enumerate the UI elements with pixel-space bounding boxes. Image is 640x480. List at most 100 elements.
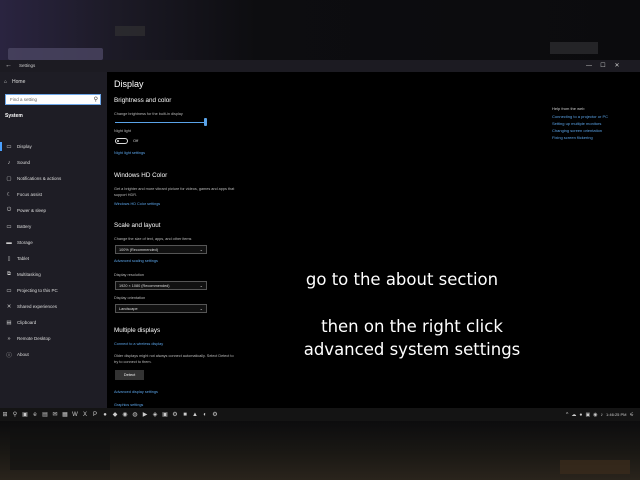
scale-value: 100% (Recommended): [119, 248, 159, 252]
night-light-settings-link[interactable]: Night light settings: [114, 151, 145, 155]
instruction-caption-line-1: go to the about section: [305, 270, 499, 289]
app-icon[interactable]: ▣: [160, 408, 170, 421]
file-explorer-icon[interactable]: ▤: [40, 408, 50, 421]
resolution-value: 1920 × 1080 (Recommended): [119, 284, 170, 288]
clock[interactable]: 1:46:25 PM: [606, 412, 626, 417]
tray-overflow-icon[interactable]: ^: [566, 412, 568, 418]
network-icon[interactable]: ◉: [593, 412, 597, 418]
advanced-display-settings-link[interactable]: Advanced display settings: [114, 390, 158, 394]
sidebar-item-label: Tablet: [17, 256, 30, 261]
notifications-icon[interactable]: ⚟: [630, 412, 634, 418]
sidebar-item-notifications[interactable]: ▢ Notifications & actions: [0, 172, 107, 185]
search-icon[interactable]: ⚲: [10, 408, 20, 421]
sidebar-item-projecting[interactable]: ▭ Projecting to this PC: [0, 284, 107, 297]
sidebar-item-remote-desktop[interactable]: » Remote Desktop: [0, 332, 107, 345]
app-icon[interactable]: ◈: [150, 408, 160, 421]
hd-color-settings-link[interactable]: Windows HD Color settings: [114, 202, 160, 206]
app-icon[interactable]: ⚙: [170, 408, 180, 421]
sidebar-section-title: System: [5, 113, 23, 119]
scale-size-label: Change the size of text, apps, and other…: [114, 237, 192, 241]
sidebar-item-label: Power & sleep: [17, 208, 47, 213]
remote-desktop-icon: »: [7, 335, 11, 342]
sidebar-item-label: Sound: [17, 160, 31, 165]
sidebar-item-power-sleep[interactable]: ⏻ Power & sleep: [0, 204, 107, 217]
sidebar-item-about[interactable]: ⓘ About: [0, 348, 107, 361]
sidebar-item-label: Clipboard: [17, 320, 37, 325]
graphics-settings-link[interactable]: Graphics settings: [114, 403, 143, 407]
title-bar: ← Settings — ☐ ✕: [0, 60, 640, 72]
sidebar-item-shared-experiences[interactable]: ✕ Shared experiences: [0, 300, 107, 313]
task-view-icon[interactable]: ▣: [20, 408, 30, 421]
back-arrow-icon[interactable]: ←: [5, 60, 12, 72]
night-light-toggle[interactable]: [115, 138, 128, 144]
home-label: Home: [12, 79, 26, 85]
app-icon[interactable]: ■: [180, 408, 190, 421]
background-blur-shape: [8, 48, 103, 60]
help-link[interactable]: Fixing screen flickering: [552, 135, 608, 140]
resolution-label: Display resolution: [114, 273, 144, 277]
app-icon[interactable]: ▶: [140, 408, 150, 421]
sidebar-item-display[interactable]: ▭ Display: [0, 140, 107, 153]
cloud-icon[interactable]: ☁: [571, 412, 576, 418]
help-title: Help from the web: [552, 106, 585, 111]
app-icon[interactable]: ◍: [130, 408, 140, 421]
display-settings-page: Display Brightness and color Change brig…: [107, 72, 640, 410]
home-icon: ⌂: [4, 79, 8, 85]
sidebar-item-focus-assist[interactable]: ☾ Focus assist: [0, 188, 107, 201]
sidebar-item-label: About: [17, 352, 29, 357]
search-input[interactable]: Find a setting ⚲: [5, 94, 101, 105]
sidebar-item-sound[interactable]: ♪ Sound: [0, 156, 107, 169]
notifications-icon: ▢: [6, 175, 12, 182]
window-title: Settings: [19, 63, 36, 68]
edge-icon[interactable]: e: [30, 408, 40, 421]
help-link[interactable]: Changing screen orientation: [552, 128, 608, 133]
settings-gear-icon[interactable]: ⚙: [210, 408, 220, 421]
advanced-scaling-link[interactable]: Advanced scaling settings: [114, 259, 158, 263]
app-icon[interactable]: ◆: [110, 408, 120, 421]
sidebar-item-label: Focus assist: [17, 192, 43, 197]
sidebar-item-label: Projecting to this PC: [17, 288, 58, 293]
sidebar-item-label: Storage: [17, 240, 33, 245]
app-icon[interactable]: ●: [100, 408, 110, 421]
word-icon[interactable]: W: [70, 408, 80, 421]
storage-icon: ▬: [6, 239, 12, 246]
help-link[interactable]: Connecting to a projector or PC: [552, 114, 608, 119]
resolution-dropdown[interactable]: 1920 × 1080 (Recommended) ⌄: [115, 281, 207, 290]
orientation-dropdown[interactable]: Landscape ⌄: [115, 304, 207, 313]
help-link[interactable]: Setting up multiple monitors: [552, 121, 608, 126]
battery-tray-icon[interactable]: ▣: [585, 412, 590, 418]
sidebar-item-storage[interactable]: ▬ Storage: [0, 236, 107, 249]
volume-icon[interactable]: ♪: [601, 412, 604, 418]
sidebar: ⌂ Home Find a setting ⚲ System ▭ Display…: [0, 72, 107, 410]
sidebar-item-multitasking[interactable]: ⧉ Multitasking: [0, 268, 107, 281]
hd-color-heading: Windows HD Color: [114, 172, 168, 179]
brightness-heading: Brightness and color: [114, 97, 172, 104]
close-button[interactable]: ✕: [610, 60, 624, 72]
display-icon: ▭: [6, 143, 12, 150]
start-icon[interactable]: ⊞: [0, 408, 10, 421]
excel-icon[interactable]: X: [80, 408, 90, 421]
wireless-display-link[interactable]: Connect to a wireless display: [114, 342, 163, 346]
brightness-slider-track[interactable]: [115, 122, 207, 123]
home-link[interactable]: ⌂ Home: [4, 79, 25, 85]
minimize-button[interactable]: —: [582, 60, 596, 72]
chevron-down-icon: ⌄: [199, 306, 203, 311]
detect-button[interactable]: Detect: [115, 370, 144, 380]
sidebar-item-clipboard[interactable]: ▤ Clipboard: [0, 316, 107, 329]
powerpoint-icon[interactable]: P: [90, 408, 100, 421]
multiple-displays-heading: Multiple displays: [114, 327, 161, 334]
multiple-displays-description-2: try to connect to them.: [114, 360, 152, 364]
tray-app-icon[interactable]: ●: [579, 412, 582, 418]
sidebar-item-battery[interactable]: ▭ Battery: [0, 220, 107, 233]
app-icon[interactable]: ◉: [120, 408, 130, 421]
sound-icon: ♪: [7, 159, 11, 166]
mail-icon[interactable]: ✉: [50, 408, 60, 421]
sidebar-item-tablet[interactable]: ▯ Tablet: [0, 252, 107, 265]
maximize-button[interactable]: ☐: [596, 60, 610, 72]
brightness-slider-thumb[interactable]: [204, 118, 207, 126]
store-icon[interactable]: ▦: [60, 408, 70, 421]
app-icon[interactable]: ▲: [190, 408, 200, 421]
scale-dropdown[interactable]: 100% (Recommended) ⌄: [115, 245, 207, 254]
orientation-value: Landscape: [119, 307, 138, 311]
app-icon[interactable]: ◐: [200, 408, 210, 421]
